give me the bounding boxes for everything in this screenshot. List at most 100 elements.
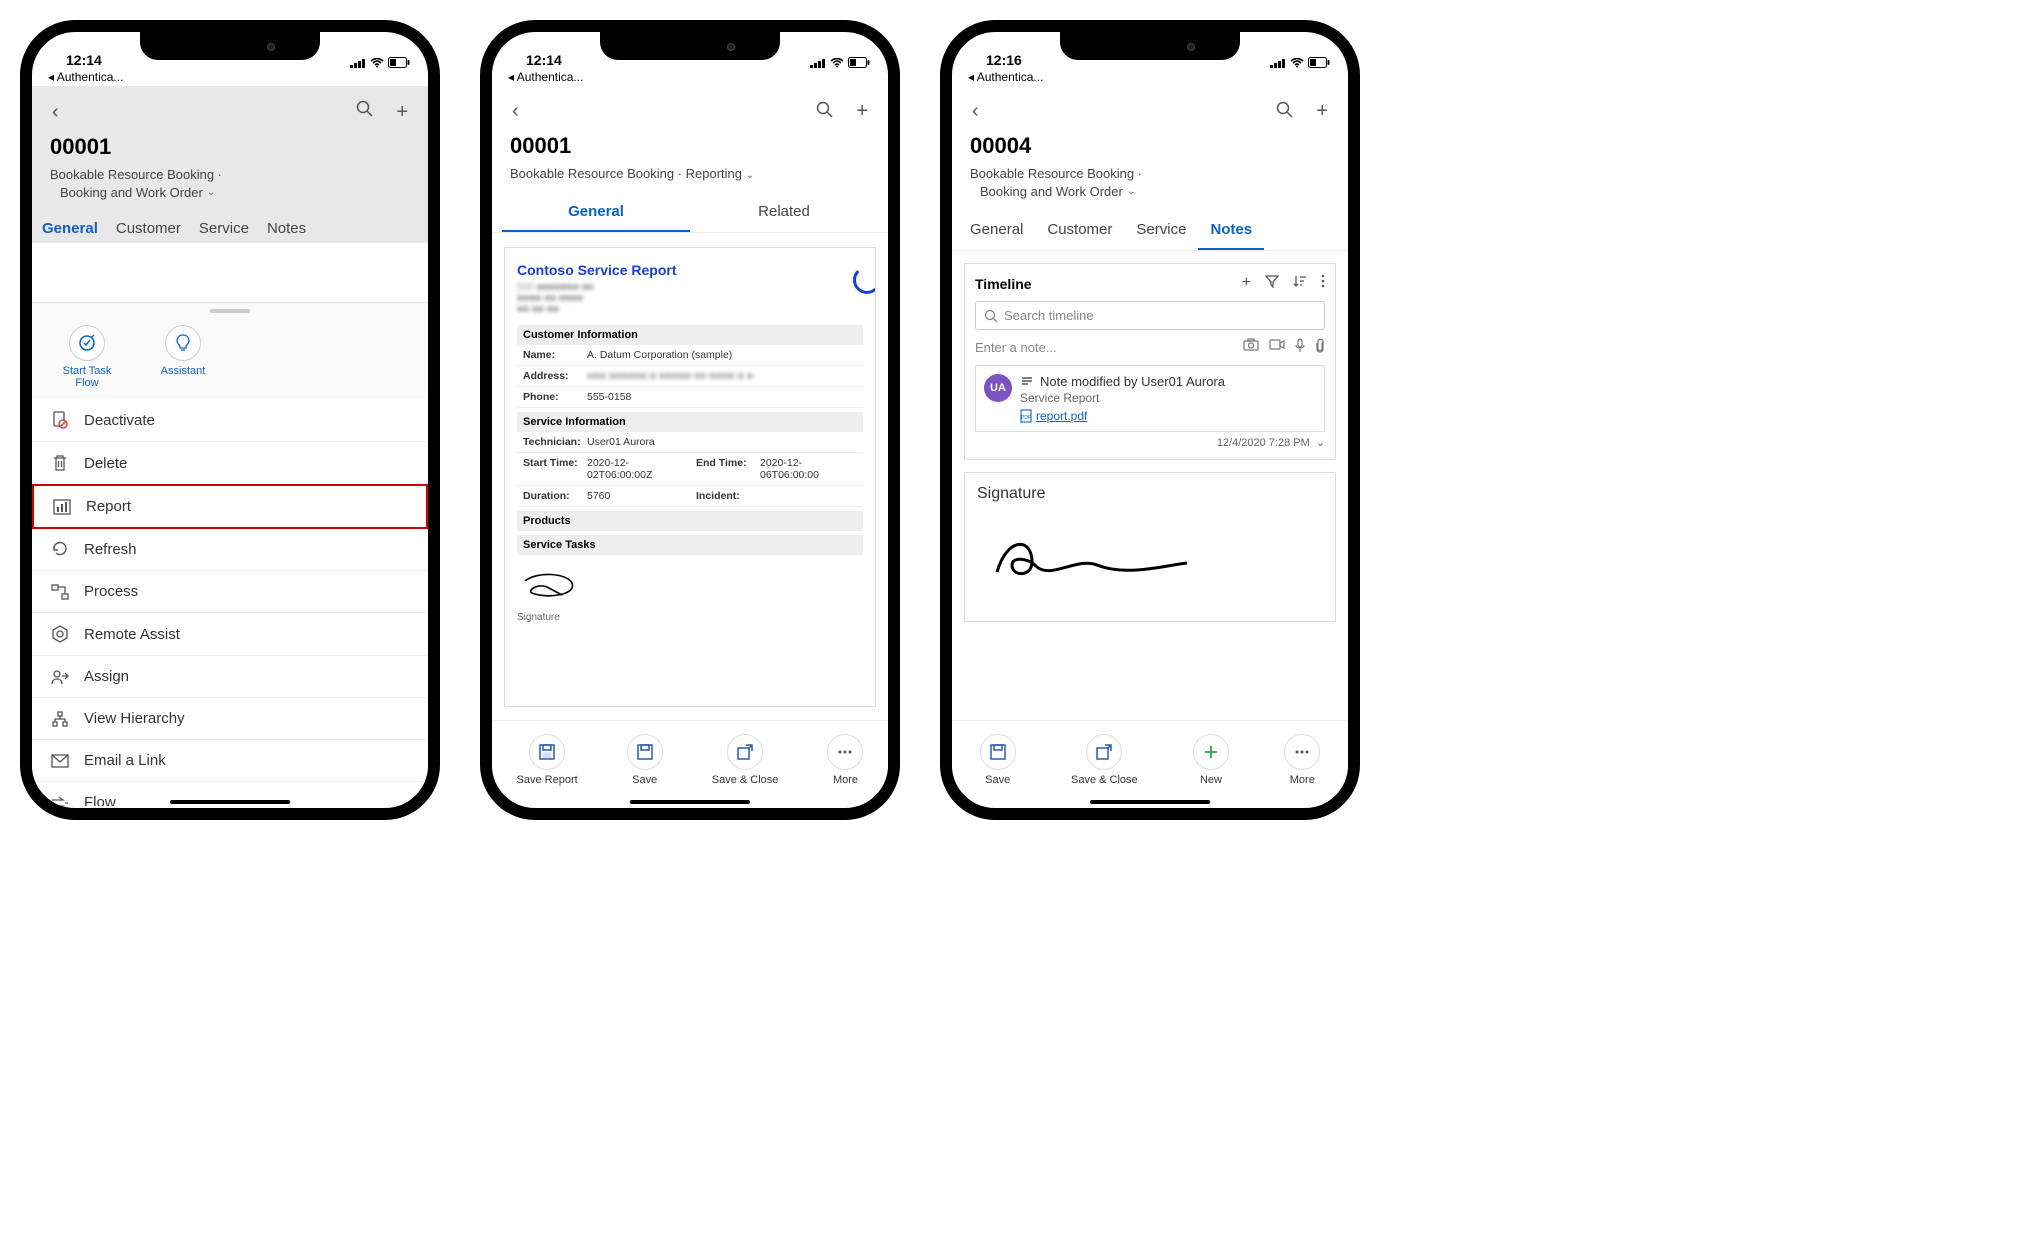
signature-drawing[interactable] <box>977 517 1197 587</box>
report-section-customer: Customer Information <box>517 325 863 345</box>
home-indicator[interactable] <box>1090 800 1210 804</box>
menu-report[interactable]: Report <box>32 484 428 529</box>
menu-hierarchy[interactable]: View Hierarchy <box>32 698 428 740</box>
note-subtitle: Service Report <box>1020 391 1316 405</box>
record-subtitle: Bookable Resource Booking · Booking and … <box>50 166 410 202</box>
menu-remote-assist[interactable]: Remote Assist <box>32 613 428 656</box>
tab-customer[interactable]: Customer <box>116 220 181 237</box>
sheet-handle[interactable] <box>210 309 250 313</box>
timeline-note-item[interactable]: UA Note modified by User01 Aurora Servic… <box>975 365 1325 432</box>
trash-icon <box>50 454 70 472</box>
home-indicator[interactable] <box>170 800 290 804</box>
tab-related[interactable]: Related <box>690 193 878 232</box>
report-row: Phone:555-0158 <box>517 387 863 408</box>
cmd-more[interactable]: More <box>827 734 863 786</box>
tab-general[interactable]: General <box>958 211 1035 250</box>
cmd-more[interactable]: More <box>1284 734 1320 786</box>
back-to-app[interactable]: Authentica... <box>32 68 428 86</box>
save-report-icon <box>538 743 556 761</box>
notch <box>600 32 780 60</box>
add-button[interactable]: + <box>850 94 874 129</box>
video-icon[interactable] <box>1269 338 1285 357</box>
action-sheet: Start Task Flow Assistant Deactivate Del… <box>32 302 428 806</box>
chevron-down-icon[interactable]: ⌄ <box>746 170 754 181</box>
search-button[interactable] <box>810 94 840 129</box>
notch <box>140 32 320 60</box>
cmd-save-close[interactable]: Save & Close <box>712 734 779 786</box>
filter-icon[interactable] <box>1265 274 1279 293</box>
more-icon <box>1293 743 1311 761</box>
timeline-search[interactable]: Search timeline <box>975 301 1325 330</box>
wifi-icon <box>1290 58 1304 68</box>
back-to-app[interactable]: Authentica... <box>492 68 888 86</box>
tab-customer[interactable]: Customer <box>1035 211 1124 250</box>
back-button[interactable]: ‹ <box>966 94 985 129</box>
status-indicators <box>810 57 870 68</box>
attach-icon[interactable] <box>1315 338 1325 357</box>
cmd-save-close[interactable]: Save & Close <box>1071 734 1138 786</box>
menu-delete[interactable]: Delete <box>32 442 428 485</box>
chevron-down-icon[interactable]: ⌄ <box>1127 185 1135 199</box>
status-indicators <box>350 57 410 68</box>
overflow-icon[interactable] <box>1321 274 1325 293</box>
dimmed-background: ‹ + 00001 Bookable Resource Booking · Bo… <box>32 86 428 243</box>
search-icon <box>1276 101 1294 119</box>
battery-icon <box>1308 57 1330 68</box>
cmd-save-report[interactable]: Save Report <box>517 734 578 786</box>
mic-icon[interactable] <box>1295 338 1305 357</box>
menu-refresh[interactable]: Refresh <box>32 528 428 571</box>
status-indicators <box>1270 57 1330 68</box>
quick-start-task-flow[interactable]: Start Task Flow <box>52 325 122 389</box>
search-button[interactable] <box>350 94 380 130</box>
phone-3: 12:16 Authentica... ‹ + 00004 Bookable R… <box>940 20 1360 820</box>
tab-notes[interactable]: Notes <box>267 220 306 237</box>
menu-email-link[interactable]: Email a Link <box>32 740 428 782</box>
timeline-add-icon[interactable]: + <box>1242 274 1251 293</box>
home-indicator[interactable] <box>630 800 750 804</box>
svg-text:PDF: PDF <box>1021 415 1031 421</box>
report-section-products: Products <box>517 511 863 531</box>
report-section-tasks: Service Tasks <box>517 535 863 555</box>
sort-icon[interactable] <box>1293 274 1307 293</box>
chevron-down-icon[interactable]: ⌄ <box>1316 436 1325 449</box>
status-time: 12:14 <box>66 52 102 68</box>
timeline-note-input[interactable]: Enter a note... <box>975 338 1325 357</box>
tab-general[interactable]: General <box>502 193 690 232</box>
process-icon <box>50 584 70 600</box>
quick-assistant[interactable]: Assistant <box>148 325 218 389</box>
phone-1: 12:14 Authentica... ‹ + 00001 Bookabl <box>20 20 440 820</box>
menu-assign[interactable]: Assign <box>32 656 428 698</box>
back-to-app[interactable]: Authentica... <box>952 68 1348 86</box>
add-button[interactable]: + <box>390 94 414 130</box>
note-attachment[interactable]: PDF report.pdf <box>1020 409 1316 423</box>
menu-process[interactable]: Process <box>32 571 428 613</box>
cmd-save[interactable]: Save <box>980 734 1016 786</box>
tab-service[interactable]: Service <box>1124 211 1198 250</box>
back-button[interactable]: ‹ <box>506 94 525 129</box>
notch <box>1060 32 1240 60</box>
report-section-service: Service Information <box>517 412 863 432</box>
flow-icon <box>50 796 70 807</box>
add-button[interactable]: + <box>1310 94 1334 129</box>
note-title: Note modified by User01 Aurora <box>1020 374 1316 389</box>
menu-deactivate[interactable]: Deactivate <box>32 399 428 442</box>
search-button[interactable] <box>1270 94 1300 129</box>
back-button[interactable]: ‹ <box>46 95 65 130</box>
tab-service[interactable]: Service <box>199 220 249 237</box>
report-address-blur: 000 ■■■■■■■ ■■■■■■ ■■ ■■■■■■ ■■ ■■ <box>517 282 863 315</box>
save-close-icon <box>736 743 754 761</box>
chevron-down-icon[interactable]: ⌄ <box>207 186 215 200</box>
assign-icon <box>50 669 70 685</box>
action-menu: Deactivate Delete Report Refresh Process… <box>32 399 428 806</box>
cmd-save[interactable]: Save <box>627 734 663 786</box>
camera-icon[interactable] <box>1243 338 1259 357</box>
cmd-new[interactable]: New <box>1193 734 1229 786</box>
wifi-icon <box>370 58 384 68</box>
remote-assist-icon <box>50 625 70 643</box>
tab-notes[interactable]: Notes <box>1198 211 1264 250</box>
command-bar: Save Report Save Save & Close More <box>492 720 888 806</box>
search-icon <box>356 100 374 118</box>
tab-general[interactable]: General <box>42 220 98 237</box>
battery-icon <box>388 57 410 68</box>
report-row: Technician:User01 Aurora <box>517 432 863 453</box>
